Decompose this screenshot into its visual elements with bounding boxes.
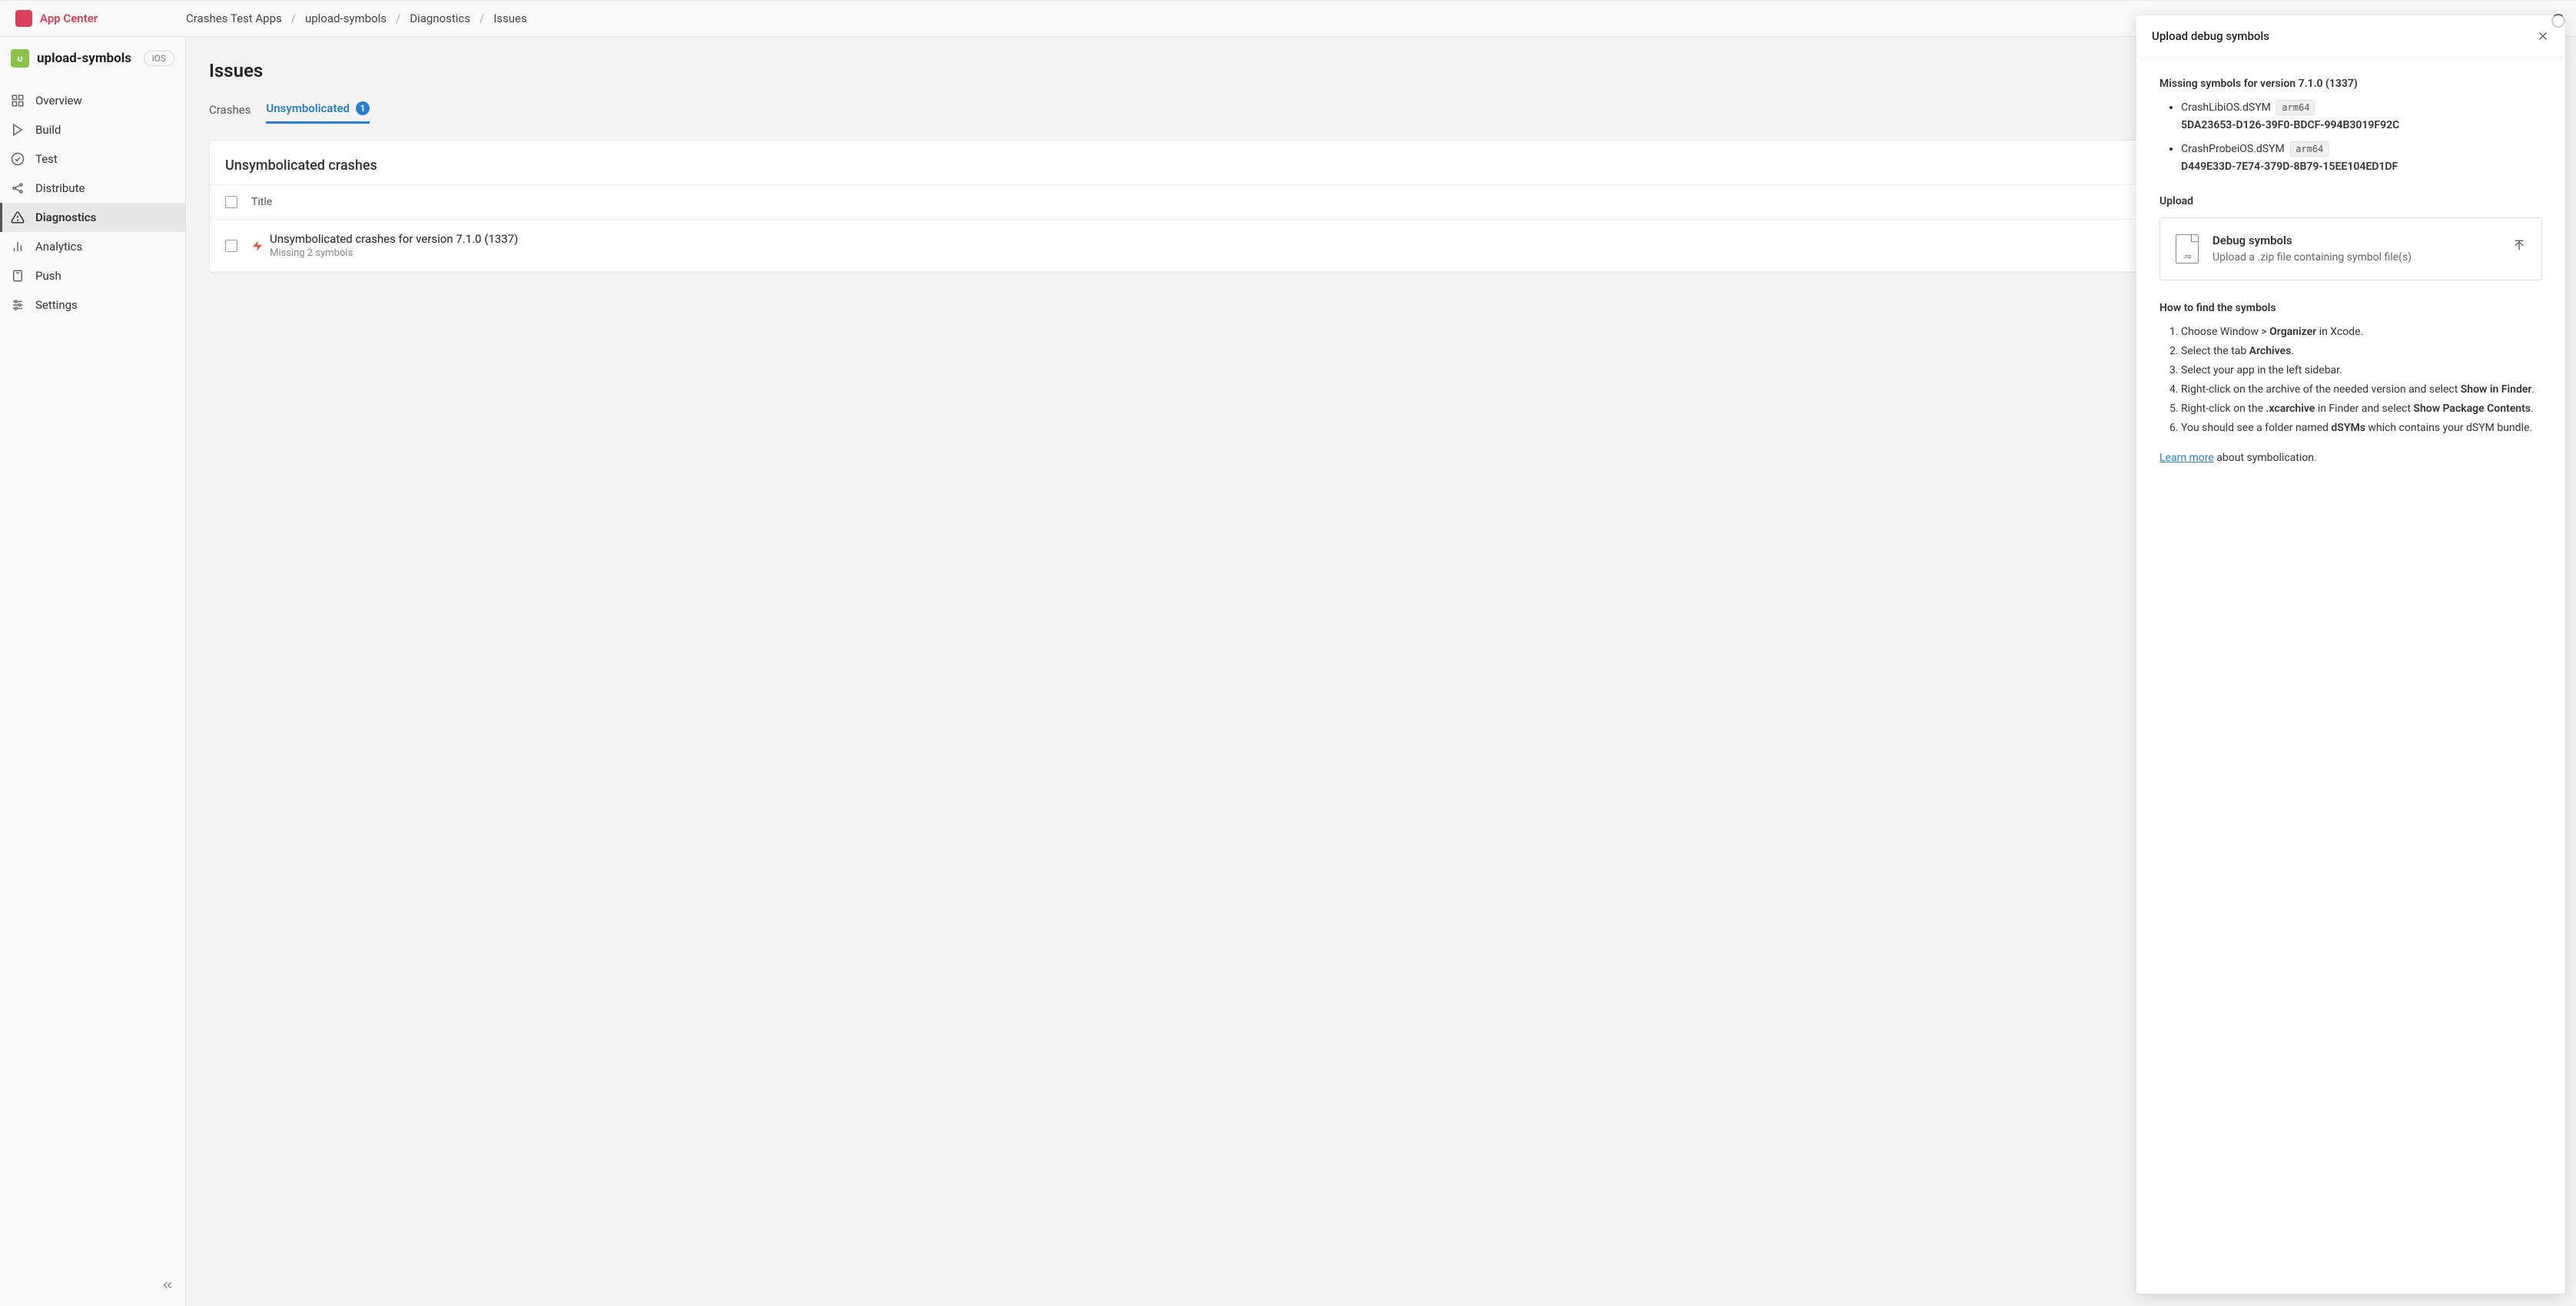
howto-heading: How to find the symbols [2159,300,2542,317]
bar-chart-icon [11,240,25,254]
sidebar-item-label: Push [35,269,61,283]
sidebar: u upload-symbols iOS Overview Build Test… [0,37,186,1306]
row-content: Unsymbolicated crashes for version 7.1.0… [270,232,518,259]
breadcrumb-sep: / [396,12,400,25]
sidebar-item-diagnostics[interactable]: Diagnostics [0,203,185,232]
breadcrumb-sep: / [480,12,484,25]
sidebar-item-label: Analytics [35,240,82,254]
tab-badge: 1 [356,101,370,115]
platform-badge: iOS [144,51,174,66]
upload-arrow-icon [2512,239,2526,258]
breadcrumb-item[interactable]: Diagnostics [410,12,470,25]
panel-header: Upload debug symbols [2136,15,2565,58]
upload-text: Debug symbols Upload a .zip file contain… [2213,232,2498,266]
sidebar-item-label: Overview [35,94,82,108]
close-button[interactable] [2536,29,2550,43]
panel-body: Missing symbols for version 7.1.0 (1337)… [2136,58,2565,485]
symbol-uuid: 5DA23653-D126-39F0-BDCF-994B3019F92C [2181,118,2542,134]
distribute-icon [11,181,25,195]
sidebar-item-analytics[interactable]: Analytics [0,232,185,261]
symbols-list: CrashLibiOS.dSYM arm64 5DA23653-D126-39F… [2159,100,2542,175]
howto-list: Choose Window > Organizer in Xcode. Sele… [2159,324,2542,436]
howto-step: You should see a folder named dSYMs whic… [2181,420,2542,436]
breadcrumb: Crashes Test Apps / upload-symbols / Dia… [186,12,527,25]
missing-heading: Missing symbols for version 7.1.0 (1337) [2159,76,2542,92]
howto-step: Right-click on the .xcarchive in Finder … [2181,401,2542,417]
check-circle-icon [11,152,25,166]
howto-step: Right-click on the archive of the needed… [2181,382,2542,398]
close-icon [2536,29,2550,43]
arch-badge: arm64 [2290,141,2329,157]
howto-section: How to find the symbols Choose Window > … [2159,300,2542,466]
howto-step: Choose Window > Organizer in Xcode. [2181,324,2542,340]
upload-dropzone[interactable]: Debug symbols Upload a .zip file contain… [2159,217,2542,280]
sidebar-item-build[interactable]: Build [0,115,185,144]
sidebar-item-label: Build [35,123,61,137]
sidebar-item-label: Distribute [35,181,85,195]
sidebar-item-distribute[interactable]: Distribute [0,174,185,203]
learn-more-suffix: about symbolication. [2214,452,2317,464]
howto-step: Select the tab Archives. [2181,343,2542,360]
learn-more-line: Learn more about symbolication. [2159,450,2542,466]
breadcrumb-item[interactable]: Issues [493,12,527,25]
app-name: upload-symbols [37,51,136,66]
app-avatar: u [11,49,29,68]
sidebar-item-test[interactable]: Test [0,144,185,174]
upload-subtitle: Upload a .zip file containing symbol fil… [2213,250,2498,266]
brand[interactable]: App Center [15,10,186,27]
symbol-item: CrashLibiOS.dSYM arm64 5DA23653-D126-39F… [2181,100,2542,134]
app-header[interactable]: u upload-symbols iOS [0,37,185,80]
lightning-icon [251,240,264,252]
tab-label: Crashes [209,103,251,117]
symbol-item: CrashProbeiOS.dSYM arm64 D449E33D-7E74-3… [2181,141,2542,175]
sidebar-item-label: Settings [35,298,78,312]
zip-file-icon [2176,234,2199,264]
symbol-name: CrashProbeiOS.dSYM [2181,143,2285,155]
play-icon [11,123,25,137]
sidebar-item-label: Diagnostics [35,210,96,224]
breadcrumb-item[interactable]: Crashes Test Apps [186,12,282,25]
tab-crashes[interactable]: Crashes [209,95,251,124]
warning-icon [11,210,25,224]
select-all-checkbox[interactable] [225,196,237,208]
sidebar-item-settings[interactable]: Settings [0,290,185,320]
settings-icon [11,298,25,312]
row-title: Unsymbolicated crashes for version 7.1.0… [270,232,518,246]
collapse-sidebar-button[interactable] [161,1278,174,1295]
push-icon [11,269,25,283]
howto-step: Select your app in the left sidebar. [2181,363,2542,379]
upload-title: Debug symbols [2213,232,2498,250]
loading-spinner-icon [2551,14,2565,28]
symbol-name: CrashLibiOS.dSYM [2181,101,2271,114]
sidebar-item-overview[interactable]: Overview [0,86,185,115]
breadcrumb-sep: / [291,12,296,25]
sidebar-item-label: Test [35,152,58,166]
brand-name: App Center [40,12,98,25]
sidebar-item-push[interactable]: Push [0,261,185,290]
appcenter-logo-icon [15,10,32,27]
arch-badge: arm64 [2276,100,2315,115]
learn-more-link[interactable]: Learn more [2159,452,2214,464]
chevron-double-left-icon [161,1278,174,1292]
nav: Overview Build Test Distribute Diagnosti… [0,86,185,320]
grid-icon [11,94,25,108]
upload-heading: Upload [2159,194,2542,210]
panel-title: Upload debug symbols [2152,29,2269,43]
row-subtitle: Missing 2 symbols [270,247,518,259]
tab-unsymbolicated[interactable]: Unsymbolicated 1 [266,95,370,124]
column-title: Title [251,196,272,208]
symbol-uuid: D449E33D-7E74-379D-8B79-15EE104ED1DF [2181,159,2542,175]
upload-symbols-panel: Upload debug symbols Missing symbols for… [2136,15,2565,1294]
breadcrumb-item[interactable]: upload-symbols [305,12,387,25]
tab-label: Unsymbolicated [266,101,350,115]
row-checkbox[interactable] [225,240,237,252]
